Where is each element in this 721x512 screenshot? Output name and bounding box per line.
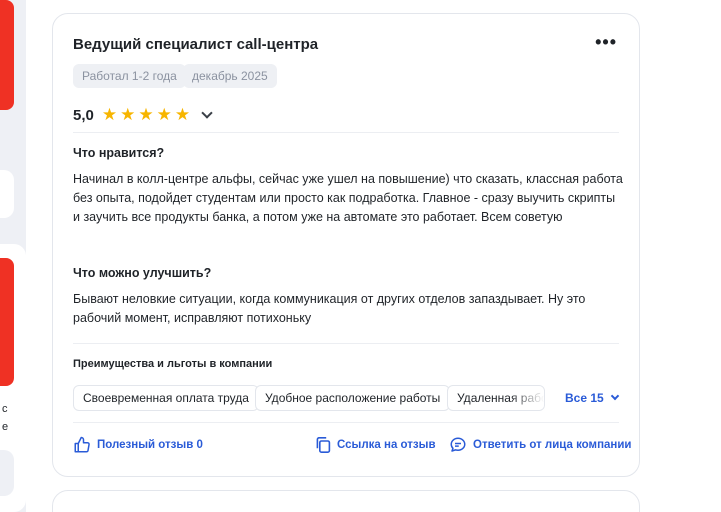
divider bbox=[73, 132, 619, 133]
left-promo-banner-bottom bbox=[0, 258, 14, 386]
helpful-review-button[interactable]: Полезный отзыв 0 bbox=[73, 436, 203, 454]
benefit-chip: Удобное расположение работы bbox=[255, 385, 451, 411]
benefits-title: Преимущества и льготы в компании bbox=[73, 358, 273, 370]
reply-as-company-button[interactable]: Ответить от лица компании bbox=[449, 436, 632, 454]
divider bbox=[73, 422, 619, 423]
left-text-fragment-2: е bbox=[2, 421, 9, 433]
left-text-fragment-1: с bbox=[2, 403, 8, 415]
divider bbox=[73, 343, 619, 344]
left-card-fragment bbox=[0, 170, 14, 218]
review-card: Ведущий специалист call-центра ••• Работ… bbox=[52, 13, 640, 477]
benefits-show-all-label: Все 15 bbox=[565, 391, 604, 405]
review-title: Ведущий специалист call-центра bbox=[73, 36, 319, 53]
left-promo-banner-top bbox=[0, 0, 14, 110]
likes-text: Начинал в колл-центре альфы, сейчас уже … bbox=[73, 172, 623, 224]
thumbs-up-icon bbox=[74, 436, 90, 453]
improve-heading: Что можно улучшить? bbox=[73, 266, 212, 280]
benefits-show-all-button[interactable]: Все 15 bbox=[565, 391, 619, 405]
rating-value: 5,0 bbox=[73, 106, 94, 124]
more-dots-icon[interactable]: ••• bbox=[595, 32, 617, 53]
star-icon: ★ bbox=[156, 105, 172, 124]
improve-text: Бывают неловкие ситуации, когда коммуник… bbox=[73, 292, 586, 325]
next-review-card bbox=[52, 490, 640, 512]
reply-as-company-label: Ответить от лица компании bbox=[473, 439, 632, 451]
star-icon: ★ bbox=[174, 105, 191, 124]
chevron-down-icon[interactable] bbox=[201, 107, 213, 119]
copy-link-label: Ссылка на отзыв bbox=[337, 439, 436, 451]
left-card-fragment-bottom bbox=[0, 450, 14, 496]
rating-row[interactable]: 5,0 ★ ★ ★ ★ ★ bbox=[73, 105, 213, 124]
chat-bubble-icon bbox=[450, 437, 466, 452]
benefit-chip: Своевременная оплата труда bbox=[73, 385, 259, 411]
chip-date: декабрь 2025 bbox=[183, 64, 277, 88]
star-icon: ★ bbox=[120, 105, 136, 124]
star-icon: ★ bbox=[101, 105, 118, 124]
benefit-chip: Удаленная работа bbox=[447, 385, 545, 411]
copy-link-button[interactable]: Ссылка на отзыв bbox=[315, 436, 436, 454]
chip-experience: Работал 1-2 года bbox=[73, 64, 186, 88]
copy-icon bbox=[316, 437, 331, 453]
helpful-review-label: Полезный отзыв 0 bbox=[97, 439, 203, 451]
likes-heading: Что нравится? bbox=[73, 146, 165, 160]
chevron-down-icon bbox=[610, 391, 619, 401]
star-icon: ★ bbox=[138, 105, 154, 124]
